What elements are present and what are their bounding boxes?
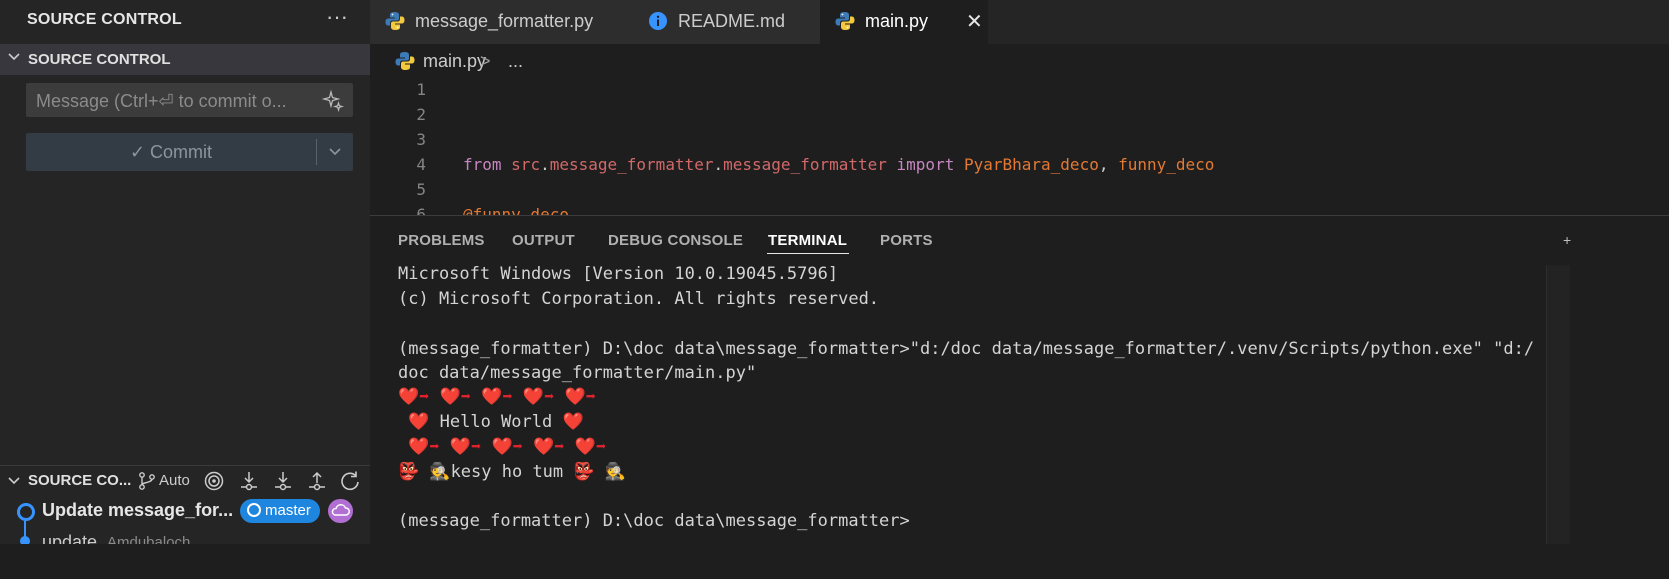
git-branch-icon[interactable] [136,470,158,492]
cloud-badge[interactable] [328,499,353,523]
refresh-icon[interactable] [339,470,361,492]
commit-divider [316,139,317,165]
tab-output[interactable]: OUTPUT [512,232,575,249]
imported-name: funny_deco [1118,155,1215,174]
breadcrumb-separator: > [480,51,491,71]
terminal-line: (message_formatter) D:\doc data\message_… [398,511,910,531]
python-icon [835,12,855,30]
graph-mode-label[interactable]: Auto [159,472,190,489]
commit-title: Update message_for... [42,500,234,520]
tab-problems[interactable]: PROBLEMS [398,232,485,249]
chevron-down-icon [8,477,20,485]
commit-message-box[interactable] [26,83,353,119]
code-line: 1 [370,78,1669,103]
section-title: SOURCE CONTROL [28,51,171,68]
info-icon [649,12,667,30]
editor-tab-bar: message_formatter.py README.md main.py ✕ [370,0,1669,44]
status-area [0,544,1669,579]
cloud-icon [331,504,350,516]
source-control-graph-header[interactable]: SOURCE CO... Auto [0,465,370,496]
line-number: 5 [416,180,426,199]
python-icon [385,12,405,30]
terminal-line: 👺 🕵kesy ho tum 👺 🕵 [398,462,626,482]
terminal-line: ❤️ Hello World ❤️ [398,412,584,432]
keyword: from [463,155,502,174]
sparkle-icon[interactable] [322,90,344,112]
graph-commit-row[interactable]: Update message_for... master [0,499,370,541]
source-control-sidebar: SOURCE CONTROL ··· SOURCE CONTROL ✓ Comm… [0,0,370,544]
target-icon [247,503,261,517]
fetch-icon[interactable] [238,470,260,492]
tab-label: main.py [865,11,929,31]
module-name: message_formatter [723,155,887,174]
commit-button[interactable]: ✓ Commit [26,133,353,171]
commit-author: Amdubaloch [107,534,191,544]
line-number: 2 [416,105,426,124]
tab-label: message_formatter.py [415,11,594,31]
branch-badge[interactable]: master [240,499,320,523]
pull-icon[interactable] [272,470,294,492]
line-number: 1 [416,80,426,99]
commit-message-input[interactable] [26,83,308,119]
keyword: import [896,155,955,174]
code-line: 3 [370,128,1669,153]
breadcrumb-ellipsis[interactable]: ... [508,51,523,72]
terminal-line: (message_formatter) D:\doc data\message_… [398,339,1535,359]
terminal-line: ❤️➡ ❤️➡ ❤️➡ ❤️➡ ❤️➡ [398,437,607,457]
panel-actions-icon[interactable]: + [1563,232,1571,248]
terminal-line: Microsoft Windows [Version 10.0.19045.57… [398,264,839,284]
line-number: 4 [416,155,426,174]
target-icon[interactable] [203,470,225,492]
source-control-section-header[interactable]: SOURCE CONTROL [0,44,370,75]
commit-node-icon [20,536,30,544]
punctuation: . [713,155,724,174]
decorator: @funny_deco [463,205,569,215]
punctuation: . [540,155,550,174]
tab-message-formatter[interactable]: message_formatter.py [370,0,634,44]
punctuation: , [1098,155,1109,174]
terminal-line: doc data/message_formatter/main.py" [398,363,757,383]
breadcrumb-file[interactable]: main.py [423,51,486,72]
tab-terminal[interactable]: TERMINAL [768,232,847,249]
graph-commit-row[interactable]: update Amdubaloch [0,530,370,544]
chevron-down-icon[interactable] [328,145,342,159]
tab-readme[interactable]: README.md [633,0,821,44]
tab-debug-console[interactable]: DEBUG CONSOLE [608,232,743,249]
terminal-line: (c) Microsoft Corporation. All rights re… [398,289,880,309]
code-line: 4 from src.message_formatter.message_for… [370,153,1669,178]
line-number: 3 [416,130,426,149]
sidebar-title: SOURCE CONTROL [27,11,182,28]
code-line: 5 [370,178,1669,203]
branch-name: master [265,502,311,519]
python-icon [395,52,415,70]
code-line: 6 @funny_deco [370,203,1669,215]
tab-main[interactable]: main.py ✕ [820,0,989,44]
tab-label: README.md [678,11,786,31]
ellipsis-icon[interactable]: ··· [326,4,348,30]
tab-ports[interactable]: PORTS [880,232,933,249]
code-line: 2 [370,103,1669,128]
active-tab-indicator [767,253,849,254]
terminal-scrollbar[interactable] [1546,265,1570,544]
push-icon[interactable] [306,470,328,492]
commit-node-icon [17,503,35,521]
commit-label: ✓ Commit [129,142,213,162]
line-number: 6 [416,205,426,215]
close-icon[interactable]: ✕ [966,9,983,34]
terminal-line: ❤️➡ ❤️➡ ❤️➡ ❤️➡ ❤️➡ [398,387,596,407]
chevron-down-icon [8,53,20,61]
code-text: from src.message_formatter.message_forma… [463,155,1214,174]
graph-section-title: SOURCE CO... [28,472,132,489]
imported-name: PyarBhara_deco [963,155,1099,174]
module-name: message_formatter [549,155,714,174]
module-name: src [511,155,541,174]
commit-title: update [42,532,98,544]
code-editor[interactable]: 1 2 3 4 from src.message_formatter.messa… [370,78,1669,215]
